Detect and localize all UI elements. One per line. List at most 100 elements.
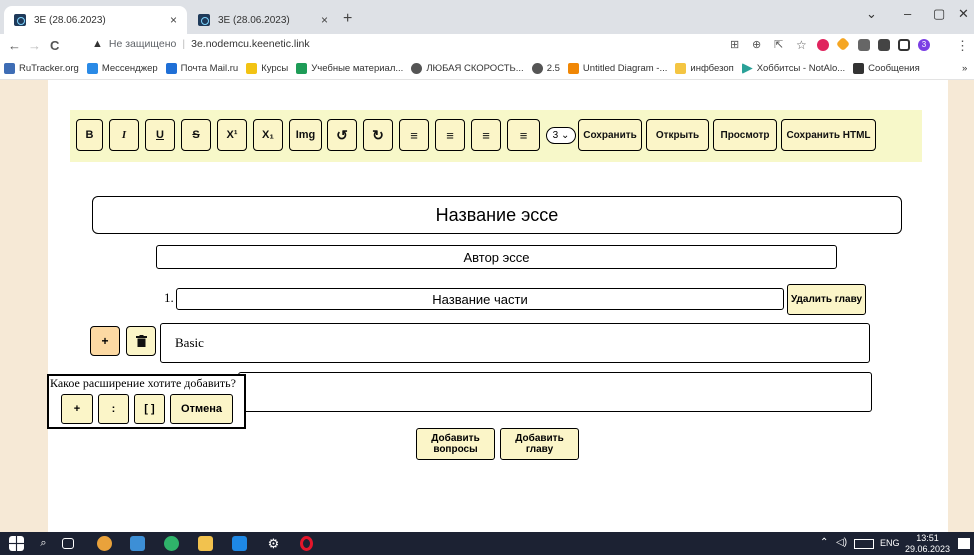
url-text: 3e.nodemcu.keenetic.link [191,38,310,50]
bookmark-item[interactable]: Курсы [246,63,288,74]
bookmark-item[interactable]: Мессенджер [86,63,158,74]
underline-button[interactable]: U [145,119,175,151]
minimize-button[interactable]: – [904,6,911,21]
close-tab-icon[interactable]: × [321,13,328,27]
react-favicon-icon [198,14,210,26]
redo-button[interactable]: ↻ [363,119,393,151]
delete-block-button[interactable] [126,326,156,356]
browser-tab[interactable]: 3E (28.06.2023) × [188,6,338,34]
bookmark-item[interactable]: Хоббитсы - NotAlo... [741,63,845,74]
bookmark-item[interactable]: Untitled Diagram -... [567,63,667,74]
extension-diamond-icon[interactable] [835,36,851,52]
close-tab-icon[interactable]: × [170,13,177,27]
volume-icon[interactable]: ◁) [836,537,847,548]
chrome-app-icon[interactable] [97,536,112,551]
forward-button[interactable]: → [28,38,41,53]
bookmark-favicon-icon [531,63,543,74]
address-bar-row: ← → C ▲ Не защищено | 3e.nodemcu.keeneti… [0,34,974,58]
align-left-button[interactable]: ≡ [399,119,429,151]
undo-button[interactable]: ↺ [327,119,357,151]
input-language[interactable]: ENG [880,538,900,548]
extension-shield-icon[interactable] [858,39,870,51]
part-number: 1. [164,290,174,305]
tab-title: 3E (28.06.2023) [218,14,290,26]
add-chapter-button[interactable]: Добавить главу [500,428,579,460]
extension-colon-button[interactable]: : [98,394,129,424]
file-explorer-icon[interactable] [198,536,213,551]
align-right-button[interactable]: ≡ [471,119,501,151]
extension-plus-button[interactable]: + [61,394,93,424]
windows-start-icon[interactable] [9,536,24,551]
italic-button[interactable]: I [109,119,139,151]
bookmark-item[interactable]: инфбезоп [675,63,734,74]
bold-button[interactable]: B [76,119,103,151]
strikethrough-button[interactable]: S [181,119,211,151]
menu-icon[interactable]: ⋮ [956,38,969,54]
task-view-icon[interactable] [62,538,74,549]
bookmarks-more-icon[interactable]: » [962,63,967,74]
maximize-button[interactable]: ▢ [933,6,945,22]
open-button[interactable]: Открыть [646,119,709,151]
warning-icon: ▲ [92,38,103,50]
bookmark-favicon-icon [165,63,177,74]
heading-level-select[interactable]: 3 ⌄ [546,127,576,144]
share-icon[interactable]: ⇱ [774,38,783,51]
opera-app-icon[interactable] [300,536,313,551]
browser-tab-active[interactable]: 3E (28.06.2023) × [4,6,187,34]
reload-button[interactable]: C [50,38,59,53]
save-html-button[interactable]: Сохранить HTML [781,119,876,151]
bookmark-item[interactable]: Учебные материал... [296,63,403,74]
add-block-button[interactable]: + [90,326,120,356]
tray-chevron-icon[interactable]: ⌃ [820,537,828,548]
bookmark-item[interactable]: 2.5 [531,63,560,74]
extension-brackets-button[interactable]: [ ] [134,394,165,424]
new-tab-button[interactable]: + [343,10,352,28]
essay-title-field[interactable]: Название эссе [92,196,902,234]
tab-search-icon[interactable]: ⌄ [866,6,877,22]
bookmark-item[interactable]: ЛЮБАЯ СКОРОСТЬ... [411,63,524,74]
bookmark-favicon-icon [4,63,15,74]
popup-cancel-button[interactable]: Отмена [170,394,233,424]
align-center-button[interactable]: ≡ [435,119,465,151]
system-clock[interactable]: 13:51 29.06.2023 [905,533,950,555]
skype-app-icon[interactable] [232,536,247,551]
notifications-icon[interactable] [958,538,970,549]
text-block-field[interactable]: Basic [160,323,870,363]
bookmark-favicon-icon [246,63,258,74]
extensions-puzzle-icon[interactable] [878,39,890,51]
preview-button[interactable]: Просмотр [713,119,777,151]
url-field[interactable]: ▲ Не защищено | 3e.nodemcu.keenetic.link [92,38,310,50]
part-title-field[interactable]: Название части [176,288,784,310]
text-block-content: Basic [175,335,204,350]
bookmark-item[interactable]: Почта Mail.ru [165,63,238,74]
subscript-button[interactable]: X₁ [253,119,283,151]
insert-image-button[interactable]: Img [289,119,322,151]
bookmark-item[interactable]: RuTracker.org [4,63,79,74]
extension-popup: Какое расширение хотите добавить? + : [ … [47,374,246,429]
settings-gear-icon[interactable]: ⚙ [266,536,281,551]
essay-author-field[interactable]: Автор эссе [156,245,837,269]
mail-app-icon[interactable] [130,536,145,551]
side-panel-icon[interactable] [898,39,910,51]
add-questions-button[interactable]: Добавить вопросы [416,428,495,460]
translate-icon[interactable]: ⊞ [730,38,739,51]
save-button[interactable]: Сохранить [578,119,642,151]
search-icon[interactable]: ⌕ [36,536,51,551]
trash-icon [135,335,147,347]
close-window-button[interactable]: ✕ [958,6,969,22]
profile-avatar[interactable]: 3 [918,39,930,51]
empty-block-field[interactable] [238,372,872,412]
zoom-icon[interactable]: ⊕ [752,38,761,51]
delete-chapter-button[interactable]: Удалить главу [787,284,866,315]
folder-icon [675,63,687,74]
adblock-extension-icon[interactable] [817,39,829,51]
bookmark-item[interactable]: Сообщения [853,63,920,74]
keyboard-icon[interactable] [854,539,874,549]
justify-button[interactable]: ≡ [507,119,540,151]
popup-question: Какое расширение хотите добавить? [50,376,236,390]
messenger-app-icon[interactable] [164,536,179,551]
superscript-button[interactable]: X¹ [217,119,247,151]
bookmark-star-icon[interactable]: ☆ [796,38,807,52]
back-button[interactable]: ← [8,38,21,53]
bookmark-favicon-icon [853,63,865,74]
